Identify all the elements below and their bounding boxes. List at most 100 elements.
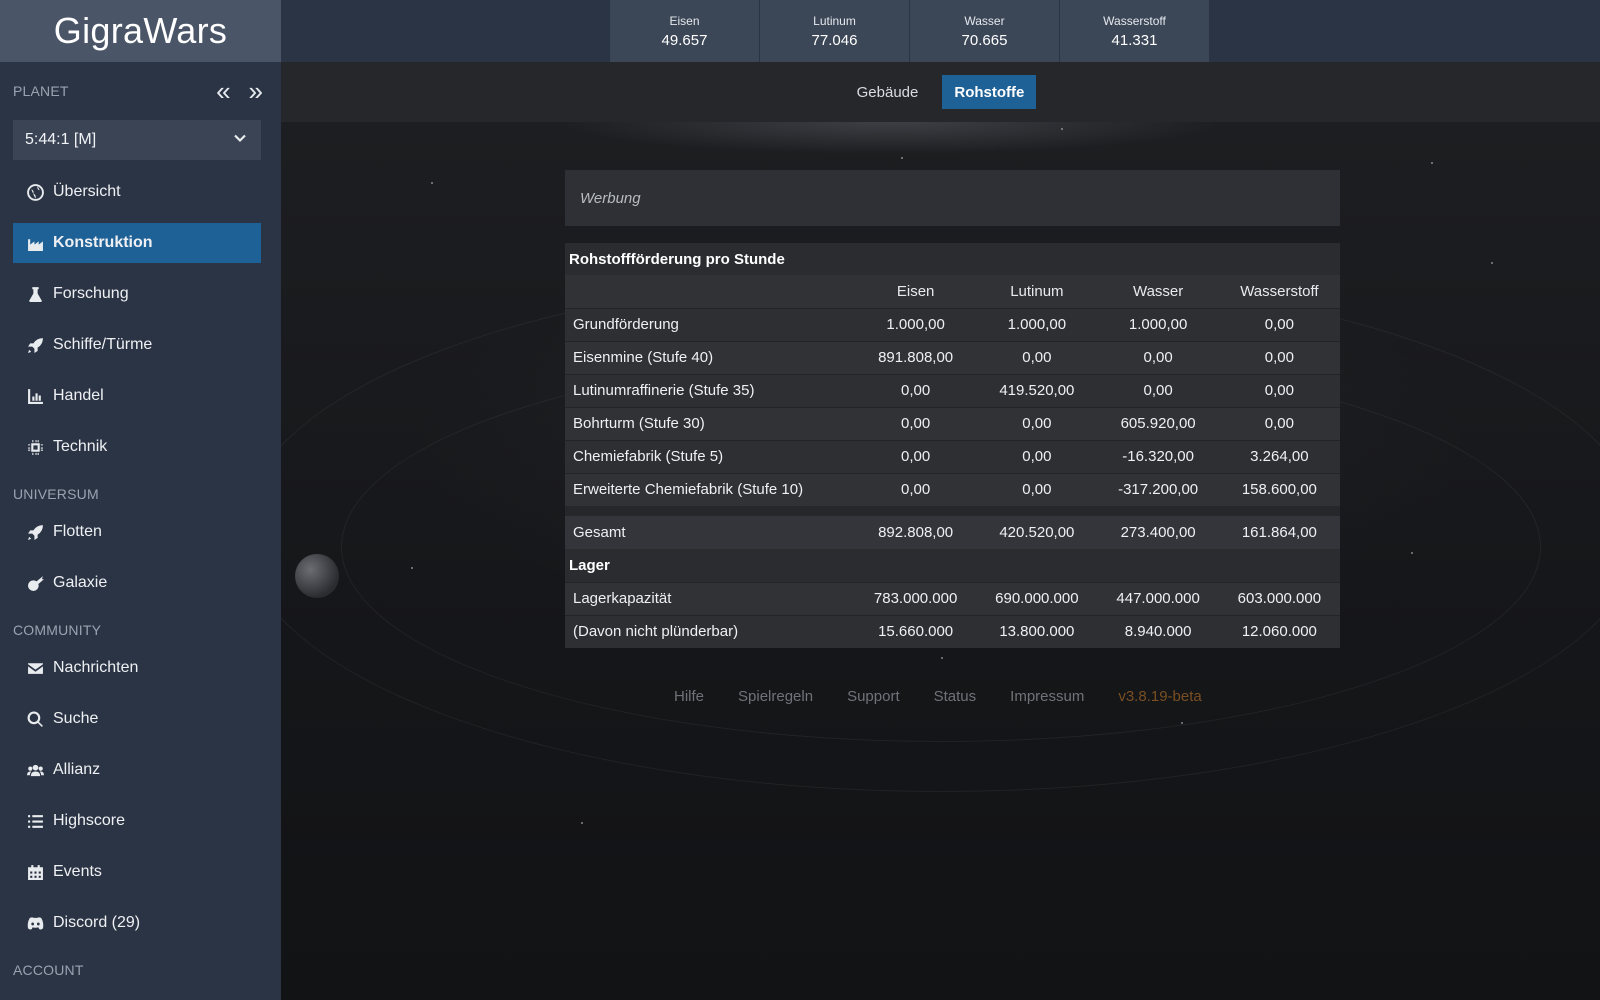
column-header: Eisen (896, 282, 935, 300)
nav-item-events[interactable]: Events (13, 852, 261, 892)
nav-item-handel[interactable]: Handel (13, 376, 261, 416)
storage-title: Lager (565, 549, 1340, 582)
rocket-icon (27, 337, 53, 354)
previous-planet-icon[interactable]: « (216, 78, 230, 104)
row-label: Gesamt (573, 524, 626, 541)
search-icon (27, 711, 53, 728)
main-nav: Übersicht Konstruktion Forschung Schiffe… (0, 172, 281, 988)
resource-name: Wasser (964, 13, 1005, 28)
resource-name: Wasserstoff (1103, 13, 1166, 28)
cell-value: 1.000,00 (1128, 316, 1188, 333)
planet-select[interactable]: 5:44:1 [M] (13, 120, 261, 160)
cell-value: 0,00 (1264, 382, 1294, 399)
footer-link-hilfe[interactable]: Hilfe (674, 688, 704, 705)
table-row: Lagerkapazität 783.000.000 690.000.000 4… (565, 582, 1340, 615)
nav-item-label: Discord (29) (53, 914, 141, 931)
column-header-empty (565, 275, 855, 308)
chart-icon (27, 388, 53, 405)
table-row: (Davon nicht plünderbar) 15.660.000 13.8… (565, 615, 1340, 648)
footer-link-support[interactable]: Support (847, 688, 900, 705)
cell-value: 15.660.000 (878, 623, 954, 641)
resource-name: Eisen (669, 13, 700, 28)
planet-arrows: « » (216, 78, 263, 104)
sidebar: GigraWars PLANET « » 5:44:1 [M] Übersich… (0, 0, 281, 1000)
cell-value: 13.800.000 (999, 623, 1075, 641)
version-link[interactable]: v3.8.19-beta (1118, 688, 1201, 705)
universe-section-label: UNIVERSUM (13, 486, 99, 502)
cell-value: 8.940.000 (1124, 623, 1192, 641)
row-label: (Davon nicht plünderbar) (573, 623, 739, 641)
row-label: Bohrturm (Stufe 30) (573, 415, 705, 432)
nav-item-uebersicht[interactable]: Übersicht (13, 172, 261, 212)
nav-item-label: Galaxie (53, 574, 108, 591)
resource-eisen: Eisen 49.657 (610, 0, 760, 62)
production-title: Rohstoffförderung pro Stunde (565, 243, 1340, 275)
table-row: Erweiterte Chemiefabrik (Stufe 10) 0,00 … (565, 473, 1340, 506)
nav-item-technik[interactable]: Technik (13, 427, 261, 467)
star-decoration (941, 657, 943, 659)
cell-value: 891.808,00 (878, 349, 954, 366)
planet-label: PLANET (13, 83, 69, 99)
cell-value: 0,00 (1264, 316, 1294, 333)
cell-value: 447.000.000 (1116, 590, 1200, 607)
next-planet-icon[interactable]: » (249, 78, 263, 104)
cell-value: 0,00 (901, 382, 931, 399)
star-decoration (411, 567, 413, 569)
total-row: Gesamt 892.808,00 420.520,00 273.400,00 … (565, 516, 1340, 549)
row-label: Chemiefabrik (Stufe 5) (573, 448, 724, 465)
nav-item-label: Technik (53, 438, 108, 455)
cell-value: 0,00 (1264, 415, 1294, 432)
nav-item-flotten[interactable]: Flotten (13, 512, 261, 552)
table-row: Bohrturm (Stufe 30) 0,00 0,00 605.920,00… (565, 407, 1340, 440)
nav-item-allianz[interactable]: Allianz (13, 750, 261, 790)
production-table: Eisen Lutinum Wasser Wasserstoff Grundfö… (565, 275, 1340, 648)
ad-banner[interactable]: Werbung (565, 170, 1340, 226)
cell-value: 690.000.000 (995, 590, 1079, 607)
chip-icon (27, 439, 53, 456)
footer-link-status[interactable]: Status (934, 688, 977, 705)
nav-item-discord[interactable]: Discord (29) (13, 903, 261, 943)
star-decoration (1181, 722, 1183, 724)
resource-value: 70.665 (961, 31, 1008, 49)
tab-rohstoffe[interactable]: Rohstoffe (942, 75, 1037, 109)
nav-item-suche[interactable]: Suche (13, 699, 261, 739)
star-decoration (901, 157, 903, 159)
flask-icon (27, 286, 53, 303)
row-label: Lutinumraffinerie (Stufe 35) (573, 382, 755, 399)
resource-value: 77.046 (811, 31, 858, 49)
star-decoration (431, 182, 433, 184)
cell-value: 0,00 (1022, 349, 1052, 366)
production-rows: Grundförderung 1.000,00 1.000,00 1.000,0… (565, 308, 1340, 648)
footer-link-impressum[interactable]: Impressum (1010, 688, 1084, 705)
spacer-cell (565, 506, 1340, 516)
app-logo[interactable]: GigraWars (0, 0, 281, 62)
resource-wasserstoff: Wasserstoff 41.331 (1060, 0, 1210, 62)
cell-value: 603.000.000 (1237, 590, 1322, 607)
envelope-icon (27, 660, 53, 677)
resource-name: Lutinum (813, 13, 856, 28)
nav-item-highscore[interactable]: Highscore (13, 801, 261, 841)
nav-item-konstruktion[interactable]: Konstruktion (13, 223, 261, 263)
nav-item-label: Konstruktion (53, 234, 153, 251)
cell-value: 605.920,00 (1120, 415, 1196, 432)
row-label: Grundförderung (573, 316, 679, 333)
nav-item-forschung[interactable]: Forschung (13, 274, 261, 314)
nav-item-galaxie[interactable]: Galaxie (13, 563, 261, 603)
cell-value: 12.060.000 (1241, 623, 1317, 641)
planet-selected-value: 5:44:1 [M] (25, 131, 97, 148)
resource-bar: Eisen 49.657 Lutinum 77.046 Wasser 70.66… (281, 0, 1600, 62)
cell-value: 273.400,00 (1120, 524, 1196, 541)
star-decoration (1431, 162, 1433, 164)
tab-gebaeude[interactable]: Gebäude (845, 75, 931, 109)
resource-lutinum: Lutinum 77.046 (760, 0, 910, 62)
cell-value: 0,00 (1022, 415, 1052, 432)
nav-item-nachrichten[interactable]: Nachrichten (13, 648, 261, 688)
calendar-icon (27, 864, 53, 881)
community-section-label: COMMUNITY (13, 622, 102, 638)
resource-value: 49.657 (661, 31, 708, 49)
row-label: Eisenmine (Stufe 40) (573, 349, 714, 366)
cell-value: 420.520,00 (999, 524, 1075, 541)
nav-item-schiffe-tuerme[interactable]: Schiffe/Türme (13, 325, 261, 365)
cell-value: 0,00 (1143, 349, 1173, 366)
footer-link-spielregeln[interactable]: Spielregeln (738, 688, 813, 705)
